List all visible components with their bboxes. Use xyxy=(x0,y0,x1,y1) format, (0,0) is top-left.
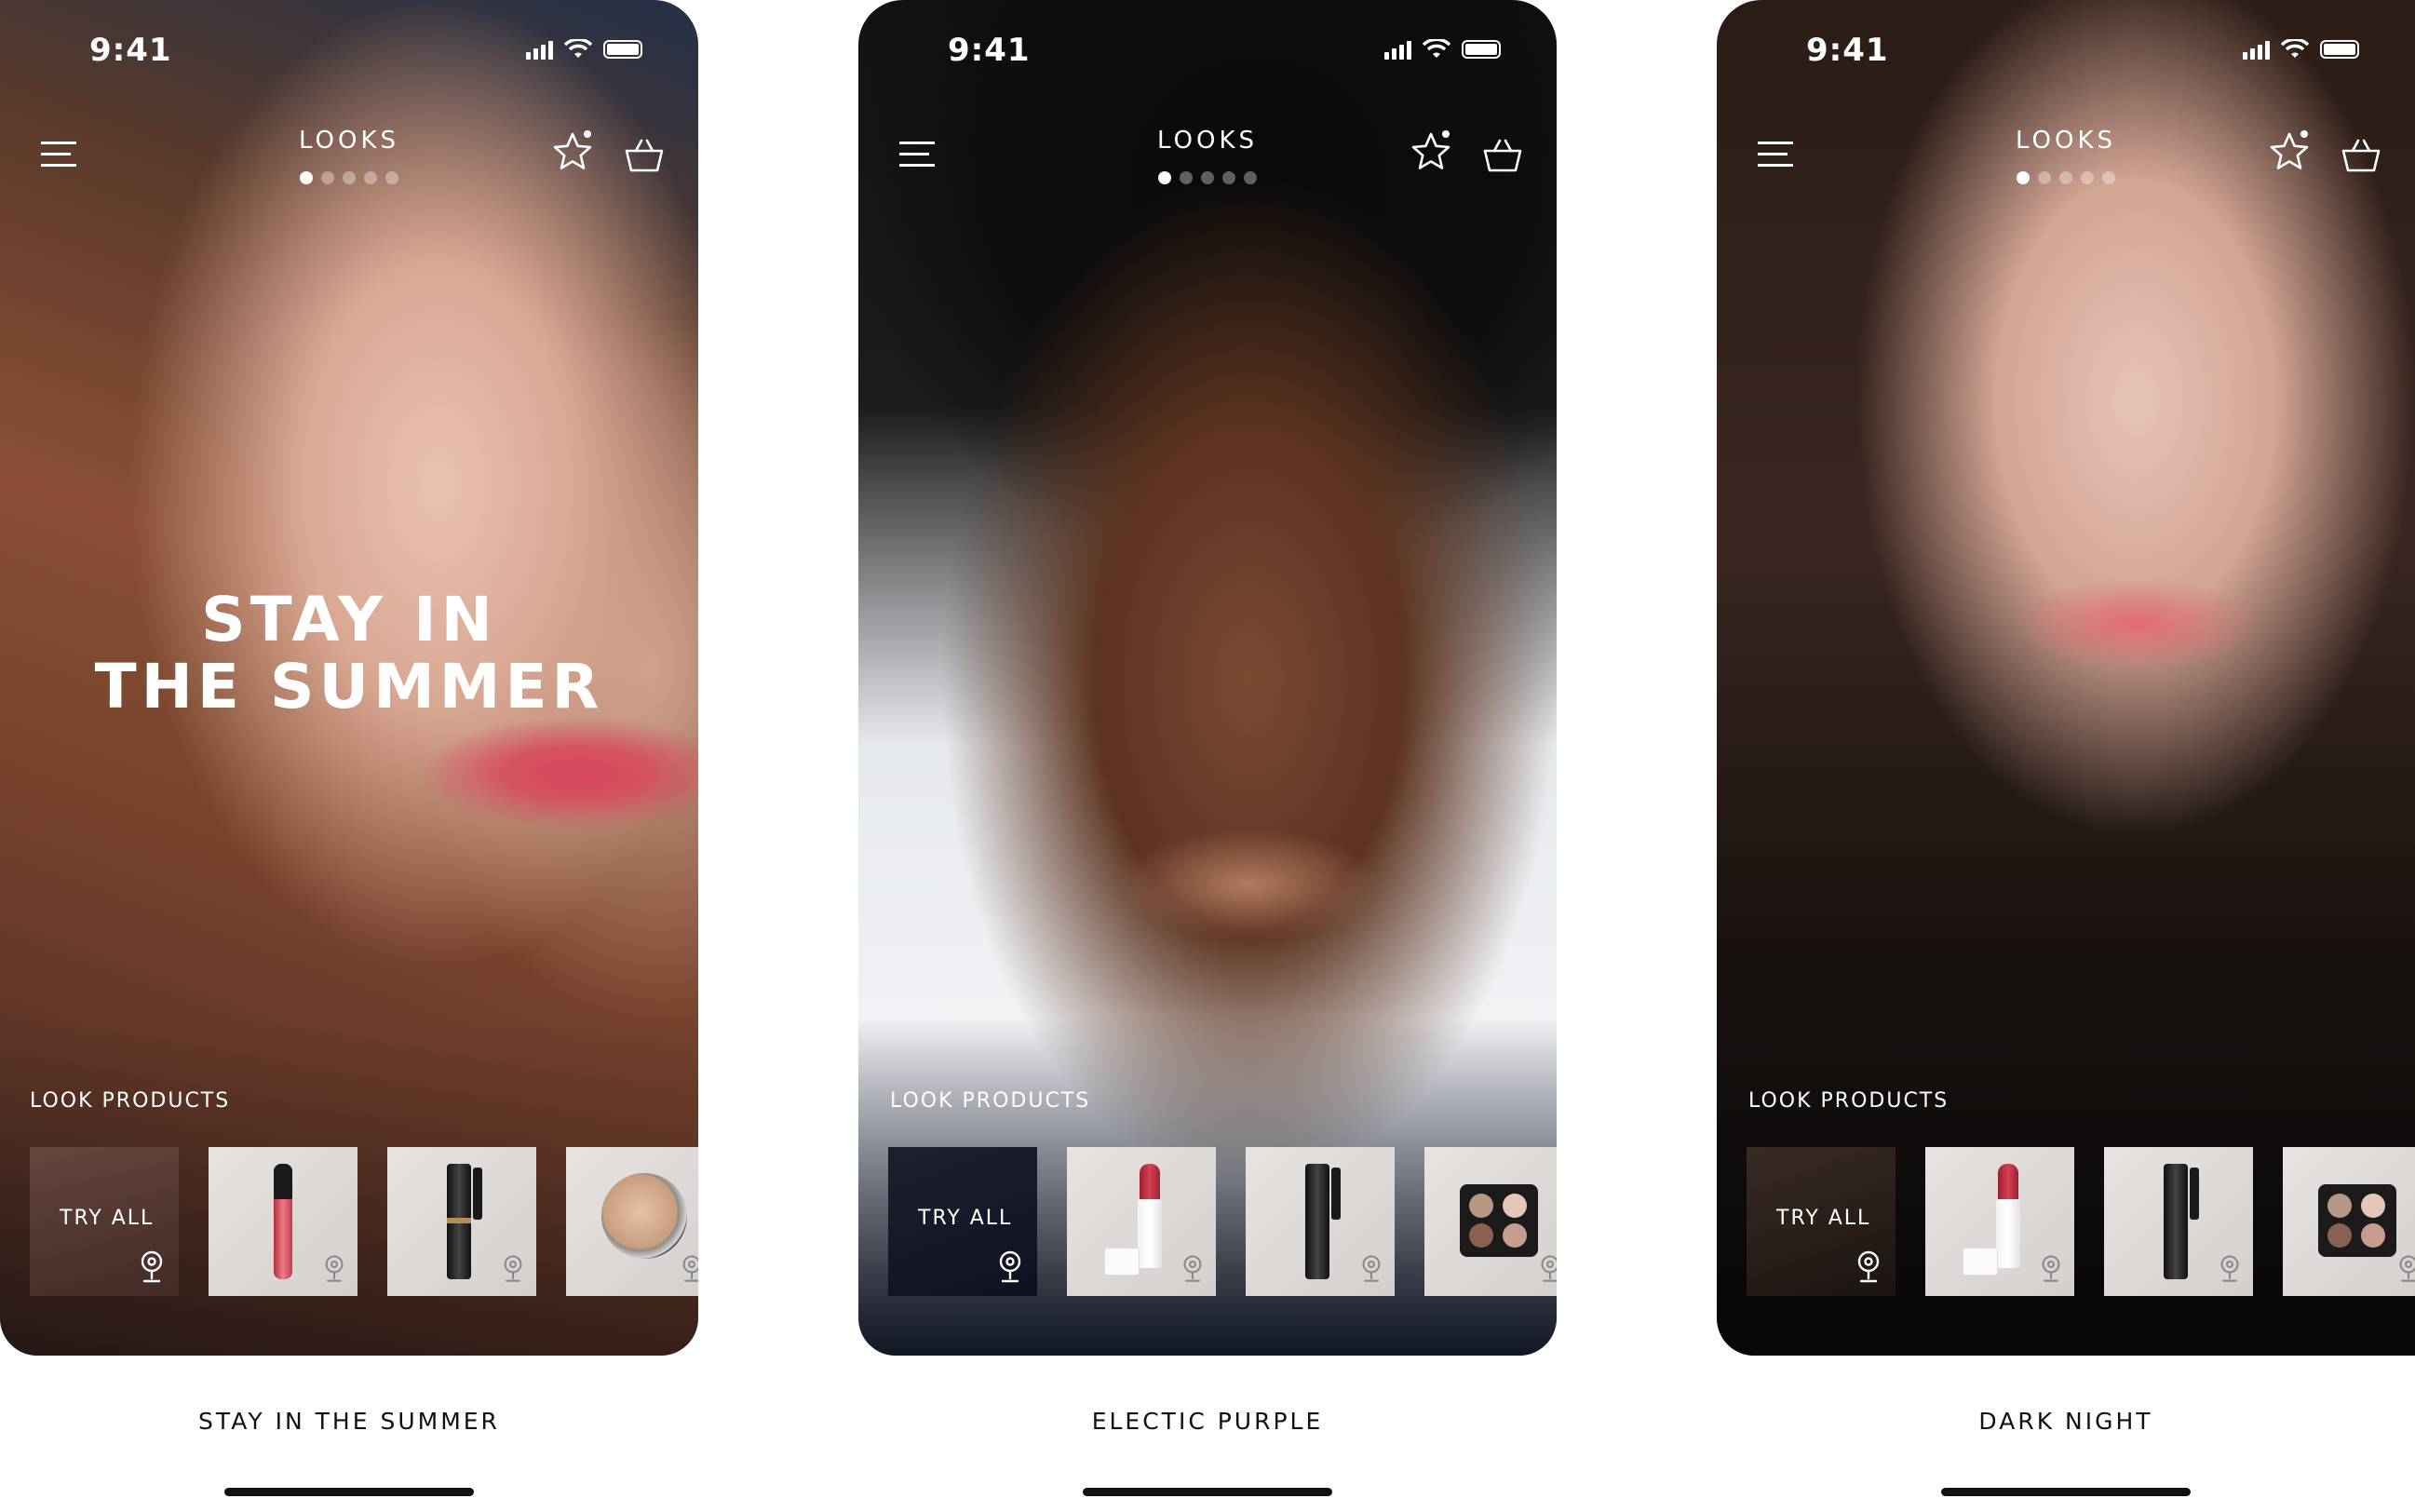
try-all-button[interactable]: TRY ALL xyxy=(888,1147,1037,1296)
location-pin-icon xyxy=(1857,1250,1880,1283)
status-time: 9:41 xyxy=(89,32,172,69)
screen-caption: ELECTIC PURPLE xyxy=(1091,1408,1324,1435)
cellular-signal-icon xyxy=(1384,39,1411,60)
location-pin-icon xyxy=(2399,1255,2415,1282)
cellular-signal-icon xyxy=(2243,39,2270,60)
location-pin-icon xyxy=(682,1255,698,1282)
battery-icon xyxy=(2320,40,2359,59)
product-compact-powder[interactable] xyxy=(566,1147,698,1296)
home-indicator[interactable] xyxy=(1083,1488,1332,1496)
notification-dot xyxy=(2300,130,2308,138)
product-mascara[interactable] xyxy=(387,1147,536,1296)
location-pin-icon xyxy=(504,1255,522,1282)
page-indicator xyxy=(0,171,698,184)
try-all-button[interactable]: TRY ALL xyxy=(30,1147,179,1296)
location-pin-icon xyxy=(325,1255,344,1282)
eyeshadow-palette-image xyxy=(2318,1184,2396,1257)
screen-caption: DARK NIGHT xyxy=(1978,1408,2153,1435)
phone-screen-dark-night: 9:41 LOOKS LOOK PRODUCTS TRY ALL xyxy=(1717,0,2415,1356)
phone-screen-electic-purple: 9:41 LOOKS LOOK PRODUCTS TRY ALL xyxy=(858,0,1557,1356)
try-all-button[interactable]: TRY ALL xyxy=(1747,1147,1896,1296)
look-headline: STAY IN THE SUMMER xyxy=(94,584,604,722)
phone-screen-stay-in-the-summer: 9:41 LOOKS STAY IN THE SUMMER LOOK PRODU… xyxy=(0,0,698,1356)
product-eyeshadow-palette[interactable] xyxy=(2283,1147,2415,1296)
wifi-icon xyxy=(564,39,592,58)
home-indicator[interactable] xyxy=(1941,1488,2191,1496)
status-time: 9:41 xyxy=(948,32,1031,69)
product-lip-gloss[interactable] xyxy=(209,1147,358,1296)
mascara-image xyxy=(2164,1164,2188,1279)
mascara-image xyxy=(1305,1164,1329,1279)
shopping-basket-icon[interactable] xyxy=(1482,138,1523,173)
product-lipstick[interactable] xyxy=(1067,1147,1216,1296)
product-carousel[interactable]: TRY ALL xyxy=(1747,1147,2415,1296)
look-products-label: LOOK PRODUCTS xyxy=(890,1089,1091,1113)
shopping-basket-icon[interactable] xyxy=(2341,138,2381,173)
lipstick-image xyxy=(1998,1164,2018,1201)
look-products-label: LOOK PRODUCTS xyxy=(30,1089,231,1113)
screen-caption: STAY IN THE SUMMER xyxy=(198,1408,500,1435)
product-eyeshadow-palette[interactable] xyxy=(1424,1147,1557,1296)
shopping-basket-icon[interactable] xyxy=(624,138,665,173)
location-pin-icon xyxy=(2042,1255,2060,1282)
page-indicator xyxy=(858,171,1557,184)
status-bar: 9:41 xyxy=(1806,32,2359,69)
location-pin-icon xyxy=(999,1250,1021,1283)
status-time: 9:41 xyxy=(1806,32,1889,69)
product-lipstick[interactable] xyxy=(1925,1147,2074,1296)
home-indicator[interactable] xyxy=(224,1488,474,1496)
location-pin-icon xyxy=(141,1250,163,1283)
product-mascara[interactable] xyxy=(2104,1147,2253,1296)
page-indicator xyxy=(1717,171,2415,184)
look-products-label: LOOK PRODUCTS xyxy=(1748,1089,1950,1113)
product-carousel[interactable]: TRY ALL xyxy=(30,1147,698,1296)
try-all-label: TRY ALL xyxy=(1776,1207,1871,1230)
eyeshadow-palette-image xyxy=(1460,1184,1538,1257)
location-pin-icon xyxy=(2220,1255,2239,1282)
product-carousel[interactable]: TRY ALL xyxy=(888,1147,1557,1296)
try-all-label: TRY ALL xyxy=(60,1207,155,1230)
status-bar: 9:41 xyxy=(948,32,1501,69)
product-mascara[interactable] xyxy=(1246,1147,1395,1296)
location-pin-icon xyxy=(1541,1255,1557,1282)
status-bar: 9:41 xyxy=(89,32,642,69)
cellular-signal-icon xyxy=(526,39,553,60)
wifi-icon xyxy=(2281,39,2309,58)
wifi-icon xyxy=(1423,39,1450,58)
lipstick-image xyxy=(1140,1164,1160,1201)
compact-powder-image xyxy=(601,1173,687,1259)
battery-icon xyxy=(1462,40,1501,59)
location-pin-icon xyxy=(1183,1255,1202,1282)
try-all-label: TRY ALL xyxy=(918,1207,1013,1230)
location-pin-icon xyxy=(1362,1255,1381,1282)
notification-dot xyxy=(1442,130,1450,138)
notification-dot xyxy=(584,130,591,138)
battery-icon xyxy=(603,40,642,59)
